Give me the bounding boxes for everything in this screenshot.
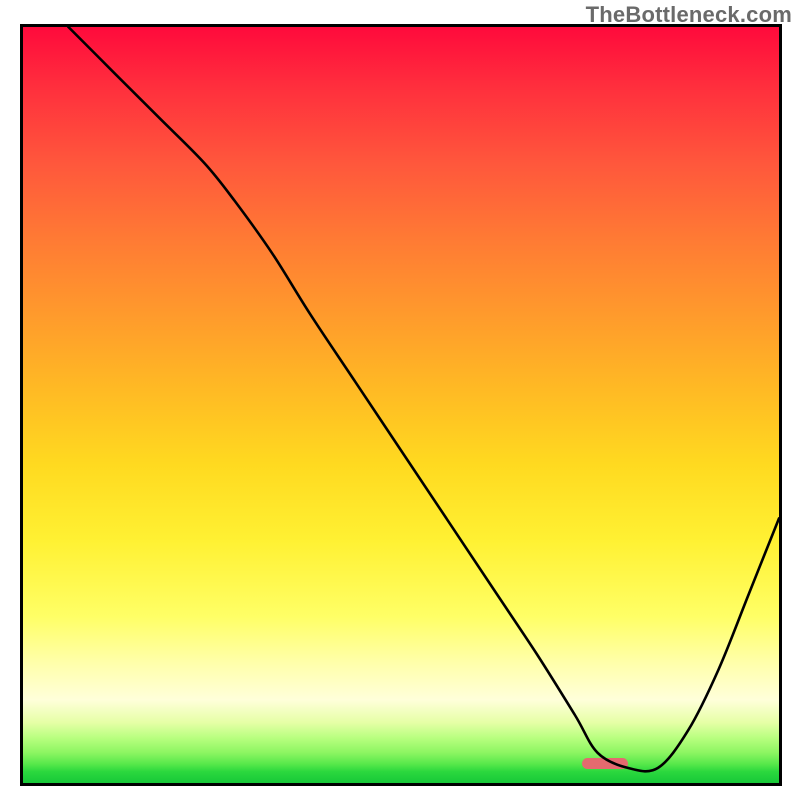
plot-border xyxy=(20,24,782,786)
bottleneck-curve xyxy=(23,27,779,783)
chart-container: TheBottleneck.com xyxy=(0,0,800,800)
plot-area xyxy=(23,27,779,783)
watermark-label: TheBottleneck.com xyxy=(586,2,792,28)
